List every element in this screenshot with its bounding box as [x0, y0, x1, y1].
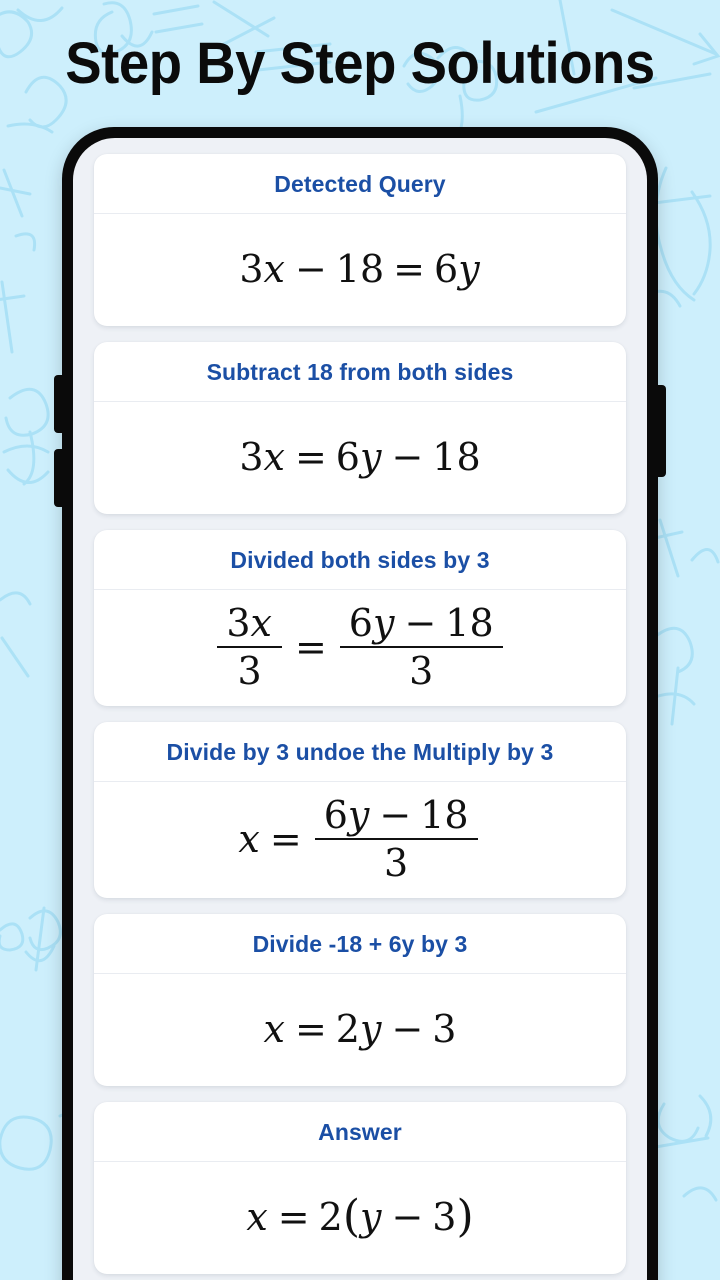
math-num: 18 — [432, 435, 481, 479]
math-var: y — [359, 435, 382, 479]
math-paren: ) — [456, 1191, 474, 1243]
math-op: = — [294, 1007, 327, 1051]
math-num: 6 — [323, 793, 348, 837]
phone-mockup: Detected Query 3 x −18 = 6 y Subtract 18 from b… — [54, 127, 666, 1280]
math-op: − — [391, 1195, 424, 1239]
math-num: 3 — [432, 1195, 457, 1239]
solution-steps-list: Detected Query 3 x −18 = 6 y Subtract 18 from b… — [73, 138, 647, 1280]
solution-step-card[interactable]: Detected Query 3 x −18 = 6 y — [94, 154, 626, 326]
math-num: 3 — [226, 601, 251, 645]
promo-banner: Step By Step Solutions Detected Query 3 x −… — [0, 0, 720, 1280]
math-op: = — [294, 625, 327, 669]
math-num: 3 — [239, 435, 264, 479]
fraction: 6 y −18 3 — [314, 796, 478, 882]
step-header-label: Divide by 3 undoe the Multiply by 3 — [94, 722, 626, 782]
math-op: = — [294, 435, 327, 479]
math-num: 6 — [348, 601, 373, 645]
step-equation-body: 3 x 3 = 6 y −18 3 — [94, 590, 626, 706]
math-num: 18 — [445, 601, 494, 645]
power-button[interactable] — [657, 385, 666, 477]
solution-step-card[interactable]: Subtract 18 from both sides 3 x = 6 y −18 — [94, 342, 626, 514]
math-num: 2 — [335, 1007, 360, 1051]
math-num: 18 — [420, 793, 469, 837]
math-op: − — [404, 601, 437, 645]
step-header-label: Detected Query — [94, 154, 626, 214]
solution-step-card[interactable]: Divided both sides by 3 3 x 3 = 6 y −18 3 — [94, 530, 626, 706]
math-num: 3 — [384, 841, 409, 885]
math-var: y — [359, 1195, 382, 1239]
math-op: − — [294, 247, 327, 291]
math-num: 2 — [318, 1195, 343, 1239]
fraction: 3x3 — [217, 604, 282, 690]
math-op: − — [391, 435, 424, 479]
math-var: x — [250, 601, 272, 645]
math-paren: ( — [342, 1191, 360, 1243]
fraction-numerator: 6 y −18 — [315, 796, 478, 838]
equation: x = 2 y −3 — [264, 1010, 457, 1048]
math-num: 18 — [335, 247, 385, 291]
math-num: 6 — [335, 435, 360, 479]
equation: 3 x −18 = 6 y — [239, 250, 480, 288]
page-title: Step By Step Solutions — [65, 31, 655, 96]
step-header-label: Subtract 18 from both sides — [94, 342, 626, 402]
math-num: 6 — [434, 247, 459, 291]
fraction: 6 y −18 3 — [339, 604, 503, 690]
solution-step-card[interactable]: Divide by 3 undoe the Multiply by 3 x = 6 y −… — [94, 722, 626, 898]
fraction-numerator: 6 y −18 — [340, 604, 503, 646]
math-num: 3 — [432, 1007, 457, 1051]
math-var: y — [458, 247, 480, 291]
math-var: y — [347, 793, 370, 837]
math-op: = — [393, 247, 425, 291]
math-num: 3 — [409, 649, 434, 693]
solution-step-card[interactable]: Answer x = 2(y −3) — [94, 1102, 626, 1274]
fraction-denominator: 3 — [375, 840, 417, 882]
step-equation-body: 3 x −18 = 6 y — [94, 214, 626, 326]
step-header-label: Divided both sides by 3 — [94, 530, 626, 590]
math-op: = — [269, 817, 302, 861]
step-header-label: Answer — [94, 1102, 626, 1162]
volume-up-button[interactable] — [54, 375, 63, 433]
math-var: x — [263, 435, 285, 479]
volume-down-button[interactable] — [54, 449, 63, 507]
step-equation-body: x = 2(y −3) — [94, 1162, 626, 1274]
equation: x = 6 y −18 3 — [238, 796, 481, 882]
equation: 3 x 3 = 6 y −18 3 — [213, 604, 506, 690]
equation: 3 x = 6 y −18 — [239, 438, 480, 476]
math-var: y — [359, 1007, 382, 1051]
math-var: x — [246, 1195, 268, 1239]
fraction-denominator: 3 — [229, 648, 271, 690]
step-equation-body: x = 2 y −3 — [94, 974, 626, 1086]
math-var: y — [372, 601, 395, 645]
solution-step-card[interactable]: Divide -18 + 6y by 3 x = 2 y −3 — [94, 914, 626, 1086]
fraction-denominator: 3 — [400, 648, 442, 690]
math-op: − — [379, 793, 412, 837]
step-equation-body: x = 6 y −18 3 — [94, 782, 626, 898]
fraction-numerator: 3x — [217, 604, 282, 646]
math-num: 3 — [239, 247, 264, 291]
math-op: − — [391, 1007, 424, 1051]
equation: x = 2(y −3) — [246, 1191, 474, 1243]
step-equation-body: 3 x = 6 y −18 — [94, 402, 626, 514]
math-var: x — [263, 1007, 285, 1051]
phone-screen: Detected Query 3 x −18 = 6 y Subtract 18 from b… — [73, 138, 647, 1280]
math-op: = — [277, 1195, 310, 1239]
step-header-label: Divide -18 + 6y by 3 — [94, 914, 626, 974]
math-var: x — [263, 247, 285, 291]
math-var: x — [238, 817, 260, 861]
math-num: 3 — [237, 649, 262, 693]
